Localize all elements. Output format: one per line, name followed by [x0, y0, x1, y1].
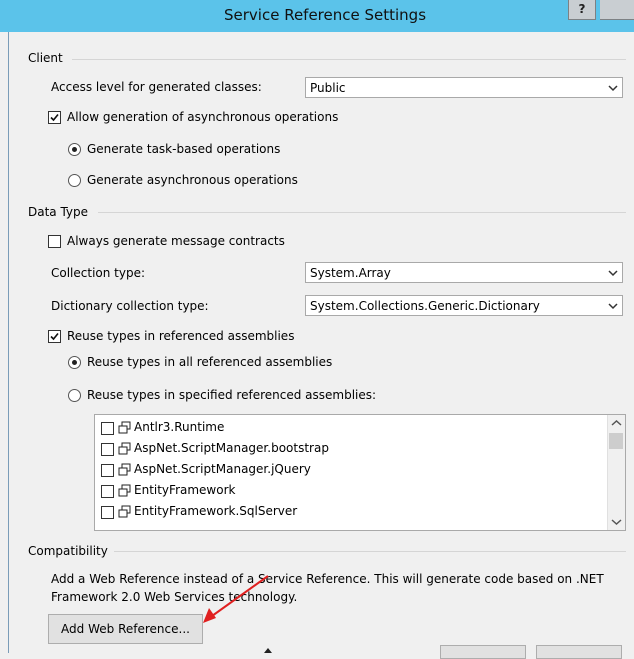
annotation-arrow — [203, 575, 272, 653]
